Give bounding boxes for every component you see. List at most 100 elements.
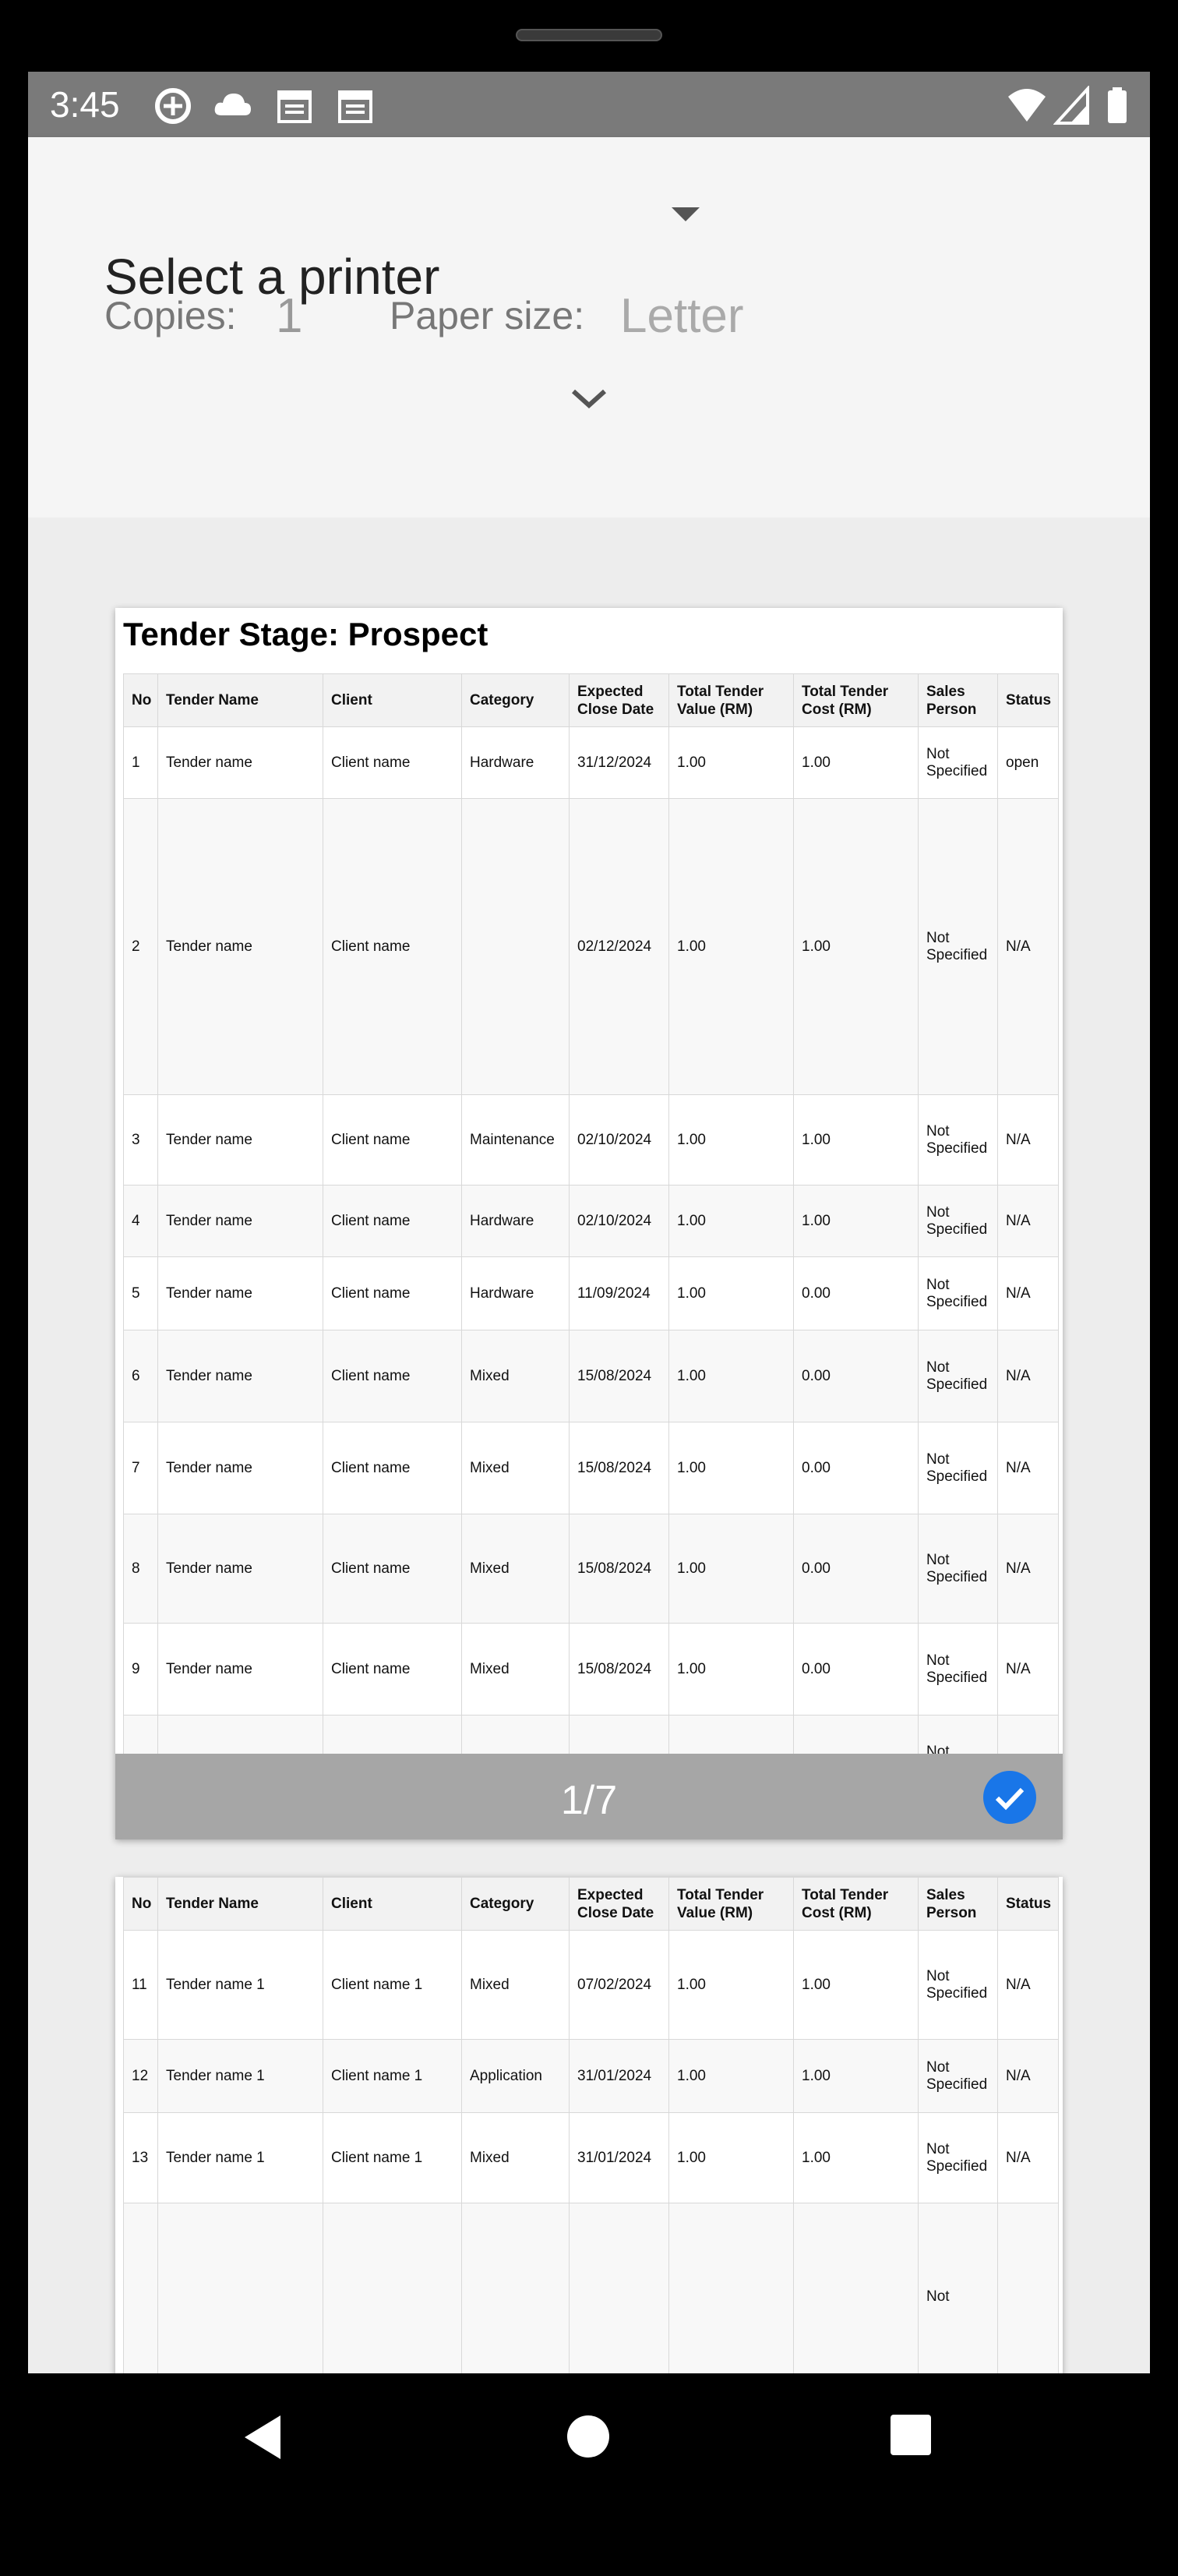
page-number: 1/7 xyxy=(560,1778,618,1823)
table-cell: Client name xyxy=(323,1094,462,1186)
table-cell: 11 xyxy=(123,1930,158,2040)
table-cell: N/A xyxy=(997,2112,1059,2203)
column-header: Category xyxy=(461,673,570,727)
table-cell: Client name xyxy=(323,1256,462,1330)
table-cell: 1.00 xyxy=(793,2112,919,2203)
paper-size-field[interactable]: Letter xyxy=(620,288,744,344)
table-row: 4 Tender name Client name Hardware 02/10/202… xyxy=(123,1185,1059,1257)
expand-options-icon[interactable] xyxy=(569,387,609,410)
back-icon[interactable] xyxy=(242,2414,284,2461)
status-time: 3:45 xyxy=(50,84,120,125)
column-header: Expected Close Date xyxy=(569,673,669,727)
table-cell: Mixed xyxy=(461,1623,570,1716)
table-cell: 1.00 xyxy=(668,1422,794,1514)
table-cell: 12 xyxy=(123,2039,158,2113)
battery-icon xyxy=(1108,87,1127,123)
table-cell: Client name xyxy=(323,1623,462,1716)
table-cell: open xyxy=(997,726,1059,799)
table-cell: 02/10/2024 xyxy=(569,1185,669,1257)
table-cell: Mixed xyxy=(461,2112,570,2203)
table-cell: 1.00 xyxy=(793,1185,919,1257)
copies-label: Copies: xyxy=(104,294,237,337)
column-header: Tender Name xyxy=(157,673,323,727)
table-cell: 15/08/2024 xyxy=(569,1422,669,1514)
table-cell: Not xyxy=(918,2203,998,2373)
table-cell: 15/08/2024 xyxy=(569,1514,669,1624)
table-cell: Tender name xyxy=(157,1330,323,1422)
table-cell: 1.00 xyxy=(793,798,919,1095)
table-cell: 9 xyxy=(123,1623,158,1716)
table-cell: Not Specified xyxy=(918,2039,998,2113)
table-cell: Not Specified xyxy=(918,1623,998,1716)
table-row: 12 Tender name 1 Client name 1 Application 3… xyxy=(123,2039,1059,2113)
table-cell: Client name xyxy=(323,798,462,1095)
cloud-icon xyxy=(214,94,251,115)
page-selected-checkbox[interactable] xyxy=(983,1771,1036,1824)
preview-page-2[interactable]: No Tender Name Client Category Expected … xyxy=(115,1877,1063,2373)
column-header: Sales Person xyxy=(918,1877,998,1931)
table-cell: Client name xyxy=(323,1330,462,1422)
column-header: Client xyxy=(323,673,462,727)
table-cell: 5 xyxy=(123,1256,158,1330)
print-preview-area[interactable]: Tender Stage: Prospect No Tender Name Cl… xyxy=(28,518,1150,2373)
tender-table-page-2: No Tender Name Client Category Expected … xyxy=(123,1877,1059,2373)
signal-icon xyxy=(1053,86,1089,125)
table-cell: 13 xyxy=(123,2112,158,2203)
table-cell xyxy=(668,2203,794,2373)
table-cell: 1 xyxy=(123,726,158,799)
table-cell: N/A xyxy=(997,2039,1059,2113)
tender-table-page-1: No Tender Name Client Category Expected … xyxy=(123,673,1059,1806)
table-cell: 1.00 xyxy=(668,2112,794,2203)
table-cell: Tender name xyxy=(157,1623,323,1716)
table-cell: 02/10/2024 xyxy=(569,1094,669,1186)
table-cell: 0.00 xyxy=(793,1422,919,1514)
table-cell: 31/01/2024 xyxy=(569,2112,669,2203)
status-bar: 3:45 xyxy=(28,72,1150,137)
table-cell: 7 xyxy=(123,1422,158,1514)
table-row: 5 Tender name Client name Hardware 11/09/202… xyxy=(123,1256,1059,1330)
table-header-row: No Tender Name Client Category Expected … xyxy=(123,1877,1059,1931)
recents-icon[interactable] xyxy=(890,2414,932,2456)
chevron-down-icon[interactable] xyxy=(672,207,700,221)
table-cell: 1.00 xyxy=(668,1094,794,1186)
table-cell: 1.00 xyxy=(668,1185,794,1257)
table-cell: Mixed xyxy=(461,1930,570,2040)
screen: 3:45 Select a printer Copies: 1 Paper si… xyxy=(28,72,1150,2373)
table-cell: Mixed xyxy=(461,1514,570,1624)
table-cell: 1.00 xyxy=(793,1094,919,1186)
table-cell: 4 xyxy=(123,1185,158,1257)
table-cell: Tender name 1 xyxy=(157,2039,323,2113)
preview-page-1[interactable]: Tender Stage: Prospect No Tender Name Cl… xyxy=(115,608,1063,1839)
table-cell: Not Specified xyxy=(918,1422,998,1514)
table-cell: Tender name 1 xyxy=(157,2112,323,2203)
table-cell: 1.00 xyxy=(793,1930,919,2040)
table-cell: Not Specified xyxy=(918,726,998,799)
table-cell: Not Specified xyxy=(918,2112,998,2203)
table-cell: 15/08/2024 xyxy=(569,1330,669,1422)
column-header: Total Tender Value (RM) xyxy=(668,1877,794,1931)
earpiece-speaker xyxy=(516,29,662,41)
table-cell: Tender name xyxy=(157,798,323,1095)
column-header: Total Tender Cost (RM) xyxy=(793,1877,919,1931)
table-cell: 1.00 xyxy=(668,1623,794,1716)
column-header: No xyxy=(123,1877,158,1931)
table-cell: 1.00 xyxy=(668,2039,794,2113)
table-cell: Tender name 1 xyxy=(157,1930,323,2040)
column-header: Expected Close Date xyxy=(569,1877,669,1931)
table-cell: Hardware xyxy=(461,1256,570,1330)
table-cell: Client name 1 xyxy=(323,2112,462,2203)
table-cell: 0.00 xyxy=(793,1514,919,1624)
table-cell: Tender name xyxy=(157,1422,323,1514)
table-cell: 31/01/2024 xyxy=(569,2039,669,2113)
table-cell: Client name 1 xyxy=(323,2039,462,2113)
table-cell: Hardware xyxy=(461,726,570,799)
table-cell: Hardware xyxy=(461,1185,570,1257)
column-header: Sales Person xyxy=(918,673,998,727)
column-header: Total Tender Value (RM) xyxy=(668,673,794,727)
table-cell: Client name 1 xyxy=(323,1930,462,2040)
home-icon[interactable] xyxy=(566,2414,611,2459)
table-cell: Not Specified xyxy=(918,798,998,1095)
table-row: 13 Tender name 1 Client name 1 Mixed 31/01/2… xyxy=(123,2112,1059,2203)
table-cell: Client name xyxy=(323,1185,462,1257)
copies-field[interactable]: 1 xyxy=(276,288,302,344)
